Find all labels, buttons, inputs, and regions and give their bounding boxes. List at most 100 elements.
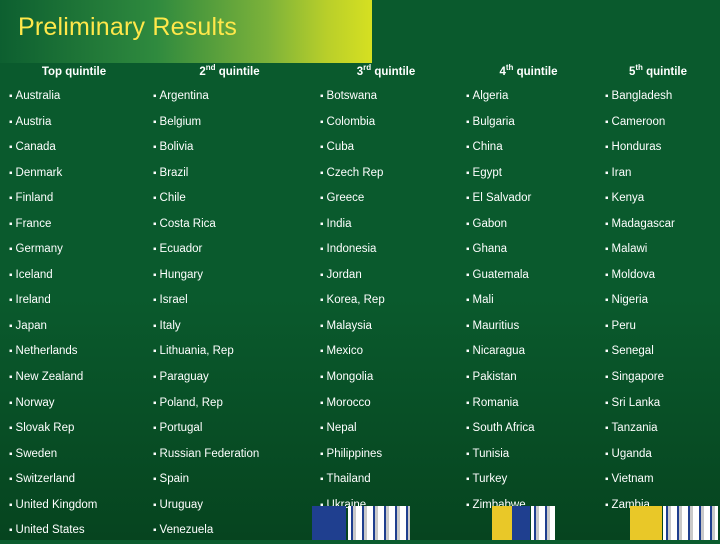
list-item: ▪ New Zealand bbox=[2, 365, 146, 391]
list-item: ▪ Canada bbox=[2, 135, 146, 161]
list-item-label: Brazil bbox=[159, 166, 189, 179]
list-item-label: Thailand bbox=[326, 473, 371, 486]
list-item: ▪ Mali bbox=[459, 288, 598, 314]
list-item-label: Vietnam bbox=[611, 473, 654, 486]
list-item: ▪ Thailand bbox=[313, 467, 459, 493]
list-item: ▪ Cuba bbox=[313, 135, 459, 161]
list-item-label: Iceland bbox=[15, 268, 53, 281]
column-header-1: Top quintile bbox=[2, 62, 146, 84]
list-item-label: Mauritius bbox=[472, 319, 520, 332]
column-header-2-label: 2nd quintile bbox=[199, 63, 260, 78]
list-item: ▪ Sweden bbox=[2, 442, 146, 468]
list-item: ▪ Colombia bbox=[313, 110, 459, 136]
list-item-label: New Zealand bbox=[15, 371, 84, 384]
list-item-label: Nigeria bbox=[611, 294, 648, 307]
list-item: ▪ Argentina bbox=[146, 84, 313, 110]
list-item: ▪ Botswana bbox=[313, 84, 459, 110]
country-list-1: ▪ Australia ▪ Austria ▪ Canada ▪ Denmark ▪ Finlan… bbox=[2, 84, 146, 544]
country-list-5: ▪ Bangladesh ▪ Cameroon ▪ Honduras ▪ Iran ▪ Kenya… bbox=[598, 84, 718, 518]
list-item: ▪ Tunisia bbox=[459, 442, 598, 468]
list-item: ▪ Uruguay bbox=[146, 493, 313, 519]
list-item: ▪ Ecuador bbox=[146, 237, 313, 263]
list-item-label: Mongolia bbox=[326, 371, 374, 384]
list-item-label: Pakistan bbox=[472, 371, 517, 384]
list-item: ▪ Iceland bbox=[2, 263, 146, 289]
list-item: ▪ Japan bbox=[2, 314, 146, 340]
list-item-label: Moldova bbox=[611, 268, 656, 281]
list-item: ▪ Ghana bbox=[459, 237, 598, 263]
list-item-label: Senegal bbox=[611, 345, 654, 358]
list-item: ▪ Iran bbox=[598, 161, 718, 187]
list-item-label: Chile bbox=[159, 192, 186, 205]
list-item: ▪ Bulgaria bbox=[459, 110, 598, 136]
list-item: ▪ Italy bbox=[146, 314, 313, 340]
list-item-label: Nicaragua bbox=[472, 345, 525, 358]
country-list-3: ▪ Botswana ▪ Colombia ▪ Cuba ▪ Czech Rep ▪ Greece… bbox=[313, 84, 459, 518]
list-item: ▪ Israel bbox=[146, 288, 313, 314]
list-item: ▪ Vietnam bbox=[598, 467, 718, 493]
list-item: ▪ United States bbox=[2, 518, 146, 544]
list-item-label: Korea, Rep bbox=[326, 294, 385, 307]
list-item-label: El Salvador bbox=[472, 192, 532, 205]
country-list-2: ▪ Argentina ▪ Belgium ▪ Bolivia ▪ Brazil ▪ Chile ▪… bbox=[146, 84, 313, 544]
list-item-label: Cameroon bbox=[611, 115, 666, 128]
column-header-2: 2nd quintile bbox=[146, 62, 313, 84]
list-item-label: Norway bbox=[15, 396, 55, 409]
list-item: ▪ Indonesia bbox=[313, 237, 459, 263]
list-item: ▪ Mexico bbox=[313, 339, 459, 365]
list-item: ▪ Russian Federation bbox=[146, 442, 313, 468]
decoration-block-yellow-2 bbox=[630, 506, 662, 540]
list-item-label: Morocco bbox=[326, 396, 371, 409]
list-item: ▪ Costa Rica bbox=[146, 212, 313, 238]
column-header-5-label: 5th quintile bbox=[628, 63, 688, 78]
list-item-label: United Kingdom bbox=[15, 498, 98, 511]
list-item-label: Cuba bbox=[326, 141, 355, 154]
table-header-row: Top quintile 2nd quintile 3rd quintile 4… bbox=[2, 62, 718, 84]
column-body-1: ▪ Australia ▪ Austria ▪ Canada ▪ Denmark ▪ Finlan… bbox=[2, 84, 146, 544]
list-item-label: Switzerland bbox=[15, 473, 75, 486]
list-item-label: Tunisia bbox=[472, 447, 510, 460]
column-header-5: 5th quintile bbox=[598, 62, 718, 84]
list-item: ▪ Denmark bbox=[2, 161, 146, 187]
list-item: ▪ Romania bbox=[459, 391, 598, 417]
list-item: ▪ United Kingdom bbox=[2, 493, 146, 519]
list-item-label: Peru bbox=[611, 319, 636, 332]
column-body-5: ▪ Bangladesh ▪ Cameroon ▪ Honduras ▪ Iran ▪ Kenya… bbox=[598, 84, 718, 544]
list-item-label: Indonesia bbox=[326, 243, 377, 256]
list-item: ▪ Poland, Rep bbox=[146, 391, 313, 417]
list-item-label: Canada bbox=[15, 141, 56, 154]
list-item-label: Slovak Rep bbox=[15, 422, 75, 435]
list-item-label: Malaysia bbox=[326, 319, 372, 332]
list-item: ▪ Nigeria bbox=[598, 288, 718, 314]
column-header-3-label: 3rd quintile bbox=[356, 63, 416, 78]
list-item-label: Belgium bbox=[159, 115, 202, 128]
list-item: ▪ Madagascar bbox=[598, 212, 718, 238]
list-item-label: Singapore bbox=[611, 371, 664, 384]
list-item-label: Honduras bbox=[611, 141, 662, 154]
list-item: ▪ Bolivia bbox=[146, 135, 313, 161]
list-item-label: India bbox=[326, 217, 352, 230]
list-item-label: Ecuador bbox=[159, 243, 203, 256]
list-item-label: Philippines bbox=[326, 447, 383, 460]
list-item-label: Jordan bbox=[326, 268, 362, 281]
list-item-label: Madagascar bbox=[611, 217, 675, 230]
list-item: ▪ Czech Rep bbox=[313, 161, 459, 187]
list-item: ▪ Nicaragua bbox=[459, 339, 598, 365]
column-header-3: 3rd quintile bbox=[313, 62, 459, 84]
list-item: ▪ Korea, Rep bbox=[313, 288, 459, 314]
list-item-label: Guatemala bbox=[472, 268, 529, 281]
list-item-label: Romania bbox=[472, 396, 519, 409]
list-item: ▪ Spain bbox=[146, 467, 313, 493]
list-item-label: Portugal bbox=[159, 422, 203, 435]
list-item: ▪ Morocco bbox=[313, 391, 459, 417]
column-body-2: ▪ Argentina ▪ Belgium ▪ Bolivia ▪ Brazil ▪ Chile ▪… bbox=[146, 84, 313, 544]
list-item-label: Venezuela bbox=[159, 524, 214, 537]
list-item-label: Germany bbox=[15, 243, 63, 256]
list-item-label: Tanzania bbox=[611, 422, 658, 435]
list-item-label: Sweden bbox=[15, 447, 58, 460]
list-item-label: Uruguay bbox=[159, 498, 204, 511]
list-item: ▪ Brazil bbox=[146, 161, 313, 187]
list-item: ▪ Algeria bbox=[459, 84, 598, 110]
list-item: ▪ Portugal bbox=[146, 416, 313, 442]
list-item-label: Paraguay bbox=[159, 371, 209, 384]
